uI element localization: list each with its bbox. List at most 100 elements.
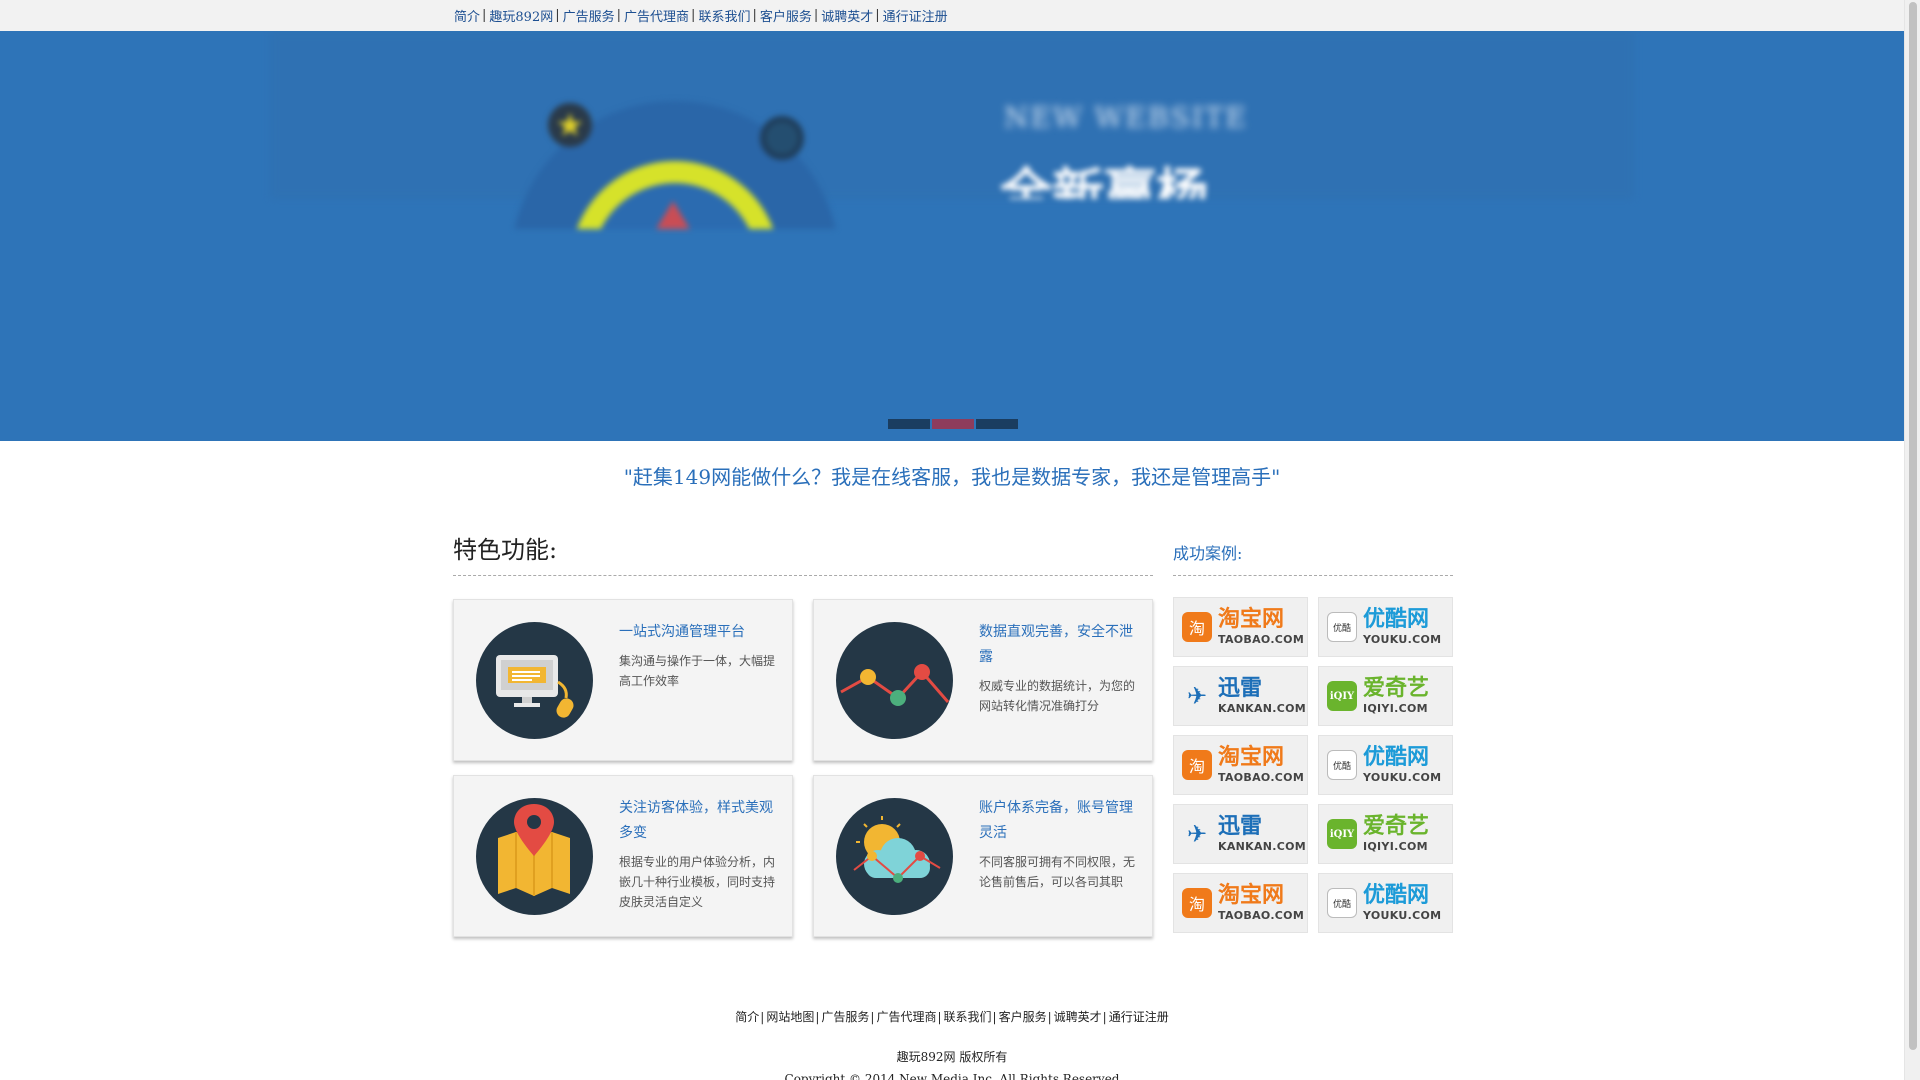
- iqiyi-logo-icon: iQIY: [1327, 681, 1357, 711]
- banner-pager-dot[interactable]: [888, 419, 930, 429]
- scrollbar-thumb[interactable]: [1909, 2, 1917, 1050]
- feature-desc: 集沟通与操作于一体，大幅提高工作效率: [619, 654, 776, 688]
- case-logo-xunlei[interactable]: ✈ 迅雷 KANKAN.COM: [1173, 804, 1308, 864]
- case-logo-iqiyi[interactable]: iQIY 爱奇艺 IQIYI.COM: [1318, 804, 1453, 864]
- feature-title: 关注访客体验，样式美观多变: [619, 800, 773, 841]
- chart-line-icon: [836, 622, 953, 739]
- case-domain: TAOBAO.COM: [1218, 771, 1305, 784]
- xunlei-logo-icon: ✈: [1186, 682, 1208, 710]
- nav-separator: |: [555, 8, 560, 23]
- case-logo-xunlei[interactable]: ✈ 迅雷 KANKAN.COM: [1173, 666, 1308, 726]
- footer-nav-link[interactable]: 联系我们: [944, 1010, 992, 1024]
- feature-desc: 权威专业的数据统计，为您的网站转化情况准确打分: [979, 679, 1136, 713]
- top-nav-link[interactable]: 简介: [453, 6, 481, 25]
- tagline: "赶集149网能做什么？我是在线客服，我也是数据专家，我还是管理高手": [623, 465, 1281, 489]
- nav-separator: |: [1047, 1010, 1052, 1024]
- footer-nav-link[interactable]: 简介: [735, 1010, 759, 1024]
- case-name: 淘宝网: [1218, 883, 1285, 908]
- divider: [453, 575, 1153, 576]
- footer-nav-link[interactable]: 广告代理商: [876, 1010, 936, 1024]
- youku-logo-icon: 优酷: [1327, 750, 1357, 780]
- top-nav-link[interactable]: 诚聘英才: [820, 6, 874, 25]
- nav-separator: |: [937, 1010, 942, 1024]
- top-nav-link[interactable]: 联系我们: [697, 6, 751, 25]
- top-bar: 简介 | 趣玩892网 | 广告服务 | 广告代理商 | 联系我们 | 客户服务 | 诚聘英才 | 通行证注…: [0, 0, 1904, 31]
- case-domain: YOUKU.COM: [1363, 909, 1442, 922]
- footer-nav-link[interactable]: 广告服务: [821, 1010, 869, 1024]
- nav-separator: |: [616, 8, 622, 23]
- case-domain: KANKAN.COM: [1218, 702, 1307, 715]
- case-domain: TAOBAO.COM: [1218, 909, 1305, 922]
- map-pin-icon: [476, 798, 593, 915]
- feature-card[interactable]: 关注访客体验，样式美观多变 根据专业的用户体验分析，内嵌几十种行业模板，同时支持…: [453, 775, 793, 937]
- feature-title: 账户体系完备，账号管理灵活: [979, 800, 1133, 841]
- taobao-logo-icon: 淘: [1182, 888, 1212, 918]
- feature-desc: 根据专业的用户体验分析，内嵌几十种行业模板，同时支持皮肤灵活自定义: [619, 855, 776, 909]
- case-name: 迅雷: [1218, 676, 1263, 701]
- case-name: 优酷网: [1363, 745, 1430, 770]
- banner-slide-panel: [270, 31, 1634, 199]
- case-logo-taobao[interactable]: 淘淘宝网 TAOBAO.COM: [1173, 597, 1308, 657]
- hero-banner[interactable]: ★ NEW WEBSITE 全新赢杨: [0, 31, 1904, 441]
- youku-logo-icon: 优酷: [1327, 888, 1357, 918]
- footer-nav-link[interactable]: 通行证注册: [1109, 1010, 1169, 1024]
- taobao-logo-icon: 淘: [1182, 612, 1212, 642]
- case-domain: KANKAN.COM: [1218, 840, 1307, 853]
- youku-logo-icon: 优酷: [1327, 612, 1357, 642]
- banner-slogan-en: NEW WEBSITE: [1004, 101, 1248, 134]
- case-domain: YOUKU.COM: [1363, 633, 1442, 646]
- nav-separator: |: [875, 8, 880, 23]
- case-logo-taobao[interactable]: 淘淘宝网 TAOBAO.COM: [1173, 735, 1308, 795]
- features-title: 特色功能:: [453, 536, 558, 564]
- top-nav-link[interactable]: 通行证注册: [882, 6, 949, 25]
- footer-nav-link[interactable]: 诚聘英才: [1054, 1010, 1102, 1024]
- case-logo-youku[interactable]: 优酷 优酷网 YOUKU.COM: [1318, 735, 1453, 795]
- nav-separator: |: [813, 8, 819, 23]
- top-nav-link[interactable]: 客户服务: [759, 6, 813, 25]
- top-nav-link[interactable]: 广告服务: [562, 6, 616, 25]
- footer-copyright: 趣玩892网 版权所有: [896, 1050, 1008, 1064]
- banner-pager-dot[interactable]: [976, 419, 1018, 429]
- top-nav-link[interactable]: 趣玩892网: [488, 6, 554, 25]
- divider: [1173, 575, 1453, 576]
- banner-illustration: ★: [500, 61, 840, 229]
- nav-separator: |: [482, 8, 487, 23]
- xunlei-logo-icon: ✈: [1186, 820, 1208, 848]
- feature-card[interactable]: 数据直观完善，安全不泄露 权威专业的数据统计，为您的网站转化情况准确打分: [813, 599, 1153, 761]
- feature-title: 数据直观完善，安全不泄露: [979, 624, 1133, 665]
- cases-title: 成功案例:: [1173, 544, 1243, 563]
- nav-separator: |: [752, 8, 757, 23]
- footer-copyright-en: Copyright © 2014 New Media Inc. All Righ…: [784, 1072, 1120, 1080]
- banner-pager-dot[interactable]: [932, 419, 974, 429]
- top-nav-link[interactable]: 广告代理商: [623, 6, 690, 25]
- case-domain: YOUKU.COM: [1363, 771, 1442, 784]
- monitor-icon: [476, 622, 593, 739]
- footer-nav-link[interactable]: 网站地图: [766, 1010, 814, 1024]
- feature-desc: 不同客服可拥有不同权限，无论售前售后，可以各司其职: [979, 855, 1136, 889]
- case-domain: TAOBAO.COM: [1218, 633, 1305, 646]
- case-domain: IQIYI.COM: [1363, 702, 1428, 715]
- case-name: 优酷网: [1363, 883, 1430, 908]
- case-logo-taobao[interactable]: 淘淘宝网 TAOBAO.COM: [1173, 873, 1308, 933]
- feature-card[interactable]: 一站式沟通管理平台 集沟通与操作于一体，大幅提高工作效率: [453, 599, 793, 761]
- banner-slogan-cn: 全新赢杨: [1000, 163, 1209, 199]
- taobao-logo-icon: 淘: [1182, 750, 1212, 780]
- case-name: 淘宝网: [1218, 607, 1285, 632]
- case-name: 迅雷: [1218, 814, 1263, 839]
- star-icon: ★: [548, 103, 592, 147]
- case-logo-youku[interactable]: 优酷 优酷网 YOUKU.COM: [1318, 873, 1453, 933]
- case-name: 淘宝网: [1218, 745, 1285, 770]
- feature-title: 一站式沟通管理平台: [619, 624, 745, 640]
- case-name: 爱奇艺: [1363, 814, 1430, 839]
- vertical-scrollbar[interactable]: [1904, 0, 1920, 1080]
- footer-nav-link[interactable]: 客户服务: [999, 1010, 1047, 1024]
- cloud-network-icon: [836, 798, 953, 915]
- case-logo-iqiyi[interactable]: iQIY 爱奇艺 IQIYI.COM: [1318, 666, 1453, 726]
- feature-card[interactable]: 账户体系完备，账号管理灵活 不同客服可拥有不同权限，无论售前售后，可以各司其职: [813, 775, 1153, 937]
- case-logo-youku[interactable]: 优酷 优酷网 YOUKU.COM: [1318, 597, 1453, 657]
- case-name: 优酷网: [1363, 607, 1430, 632]
- banner-pager: [888, 419, 1018, 429]
- nav-separator: |: [992, 1010, 997, 1024]
- nav-separator: |: [691, 8, 696, 23]
- case-domain: IQIYI.COM: [1363, 840, 1428, 853]
